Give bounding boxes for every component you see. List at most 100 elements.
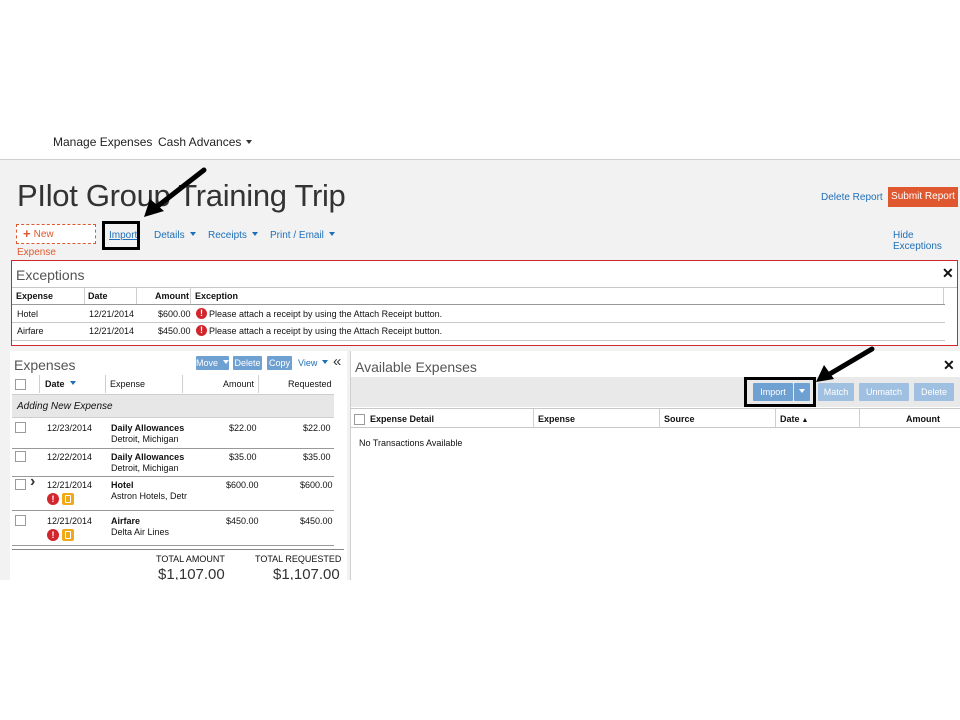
col-divider (190, 287, 191, 304)
group-label: Adding New Expense (17, 401, 113, 412)
expenses-panel: Expenses Move Delete Copy View « Date Ex… (10, 351, 347, 580)
row-checkbox[interactable] (15, 422, 26, 433)
expense-report-screen: PIlot Group Training Trip Delete Report … (0, 160, 960, 580)
exception-message: Please attach a receipt by using the Att… (209, 326, 443, 336)
available-expenses-title: Available Expenses (355, 359, 477, 375)
total-requested-value: $1,107.00 (273, 566, 340, 580)
col-divider (258, 375, 259, 393)
col-divider (182, 375, 183, 393)
col-expense: Expense (538, 414, 576, 424)
submit-report-button[interactable]: Submit Report (888, 187, 958, 207)
nav-cash-advances-label: Cash Advances (158, 135, 242, 149)
exception-amount: $600.00 (158, 309, 191, 319)
collapse-panel-icon[interactable]: « (333, 353, 341, 370)
col-requested: Requested (288, 379, 332, 389)
chevron-down-icon (223, 360, 230, 364)
expenses-title: Expenses (14, 357, 76, 373)
expense-location: Delta Air Lines (111, 527, 170, 537)
expense-date: 12/21/2014 (47, 480, 93, 490)
col-divider (84, 287, 85, 304)
col-amount: Amount (155, 291, 189, 301)
hide-exceptions-link[interactable]: Hide Exceptions (893, 230, 960, 252)
nav-manage-expenses[interactable]: Manage Expenses (53, 135, 152, 149)
exception-expense: Airfare (17, 326, 44, 336)
available-expenses-panel: Available Expenses ✕ Import Match Unmatc… (350, 351, 960, 580)
expense-amount: $600.00 (226, 480, 259, 490)
select-all-checkbox[interactable] (354, 414, 365, 425)
col-divider (943, 287, 944, 304)
row-divider (12, 545, 334, 546)
date-header-label: Date (780, 414, 800, 424)
group-row: Adding New Expense (12, 394, 334, 418)
move-button[interactable]: Move (196, 356, 230, 370)
col-date: Date (88, 291, 108, 301)
move-label: Move (196, 358, 219, 368)
copy-button[interactable]: Copy (267, 356, 292, 370)
expense-amount: $450.00 (226, 516, 259, 526)
row-checkbox[interactable] (15, 515, 26, 526)
row-checkbox[interactable] (15, 479, 26, 490)
header-bottom-divider (351, 427, 960, 428)
totals-divider (12, 549, 344, 550)
close-icon[interactable]: ✕ (943, 357, 955, 374)
delete-report-link[interactable]: Delete Report (821, 192, 883, 203)
receipts-label: Receipts (208, 230, 247, 241)
nav-cash-advances[interactable]: Cash Advances (158, 135, 253, 149)
expense-type: Hotel (111, 480, 134, 490)
row-divider (12, 448, 334, 449)
chevron-down-icon (328, 232, 335, 236)
expense-location: Detroit, Michigan (111, 463, 179, 473)
sort-date-header[interactable]: Date (45, 379, 76, 389)
delete-button[interactable]: Delete (914, 383, 954, 401)
receipt-warning-icon (62, 529, 74, 541)
chevron-down-icon (246, 140, 253, 144)
expense-type: Daily Allowances (111, 423, 185, 433)
col-expense: Expense (110, 379, 146, 389)
chevron-down-icon (322, 360, 329, 364)
col-amount: Amount (223, 379, 255, 389)
view-menu[interactable]: View (298, 358, 329, 368)
error-icon: ! (47, 529, 59, 541)
expense-requested: $600.00 (300, 480, 333, 490)
chevron-down-icon (189, 232, 196, 236)
receipts-menu[interactable]: Receipts (208, 230, 258, 241)
col-source: Source (664, 414, 695, 424)
row-divider (12, 340, 945, 341)
col-exception: Exception (195, 291, 239, 301)
expense-amount: $35.00 (229, 452, 257, 462)
close-icon[interactable]: ✕ (942, 265, 954, 282)
date-header-label: Date (45, 379, 65, 389)
select-all-checkbox[interactable] (15, 379, 26, 390)
expand-row-icon[interactable]: › (30, 473, 35, 491)
sort-down-icon (69, 381, 76, 385)
arrow-annotation-icon (144, 167, 207, 217)
print-email-menu[interactable]: Print / Email (270, 230, 335, 241)
new-expense-button[interactable]: + New Expense (16, 224, 96, 258)
expense-requested: $22.00 (303, 423, 331, 433)
col-divider (775, 409, 776, 427)
details-menu[interactable]: Details (154, 230, 196, 241)
row-divider (12, 510, 334, 511)
total-amount-label: TOTAL AMOUNT (156, 554, 225, 564)
col-divider (659, 409, 660, 427)
sort-date-header[interactable]: Date ▲ (780, 414, 808, 424)
row-checkbox[interactable] (15, 451, 26, 462)
exception-date: 12/21/2014 (89, 309, 135, 319)
expense-type: Daily Allowances (111, 452, 185, 462)
arrow-annotation-icon (816, 346, 875, 382)
exception-date: 12/21/2014 (89, 326, 135, 336)
match-button[interactable]: Match (818, 383, 854, 401)
error-icon: ! (196, 308, 207, 319)
col-divider (136, 287, 137, 304)
expense-requested: $450.00 (300, 516, 333, 526)
header-top-divider (12, 287, 957, 288)
expense-type: Airfare (111, 516, 141, 526)
receipt-warning-icon (62, 493, 74, 505)
unmatch-button[interactable]: Unmatch (859, 383, 909, 401)
row-divider (12, 322, 945, 323)
delete-button[interactable]: Delete (233, 356, 262, 370)
error-icon: ! (47, 493, 59, 505)
expense-requested: $35.00 (303, 452, 331, 462)
expense-date: 12/22/2014 (47, 452, 93, 462)
expense-amount: $22.00 (229, 423, 257, 433)
